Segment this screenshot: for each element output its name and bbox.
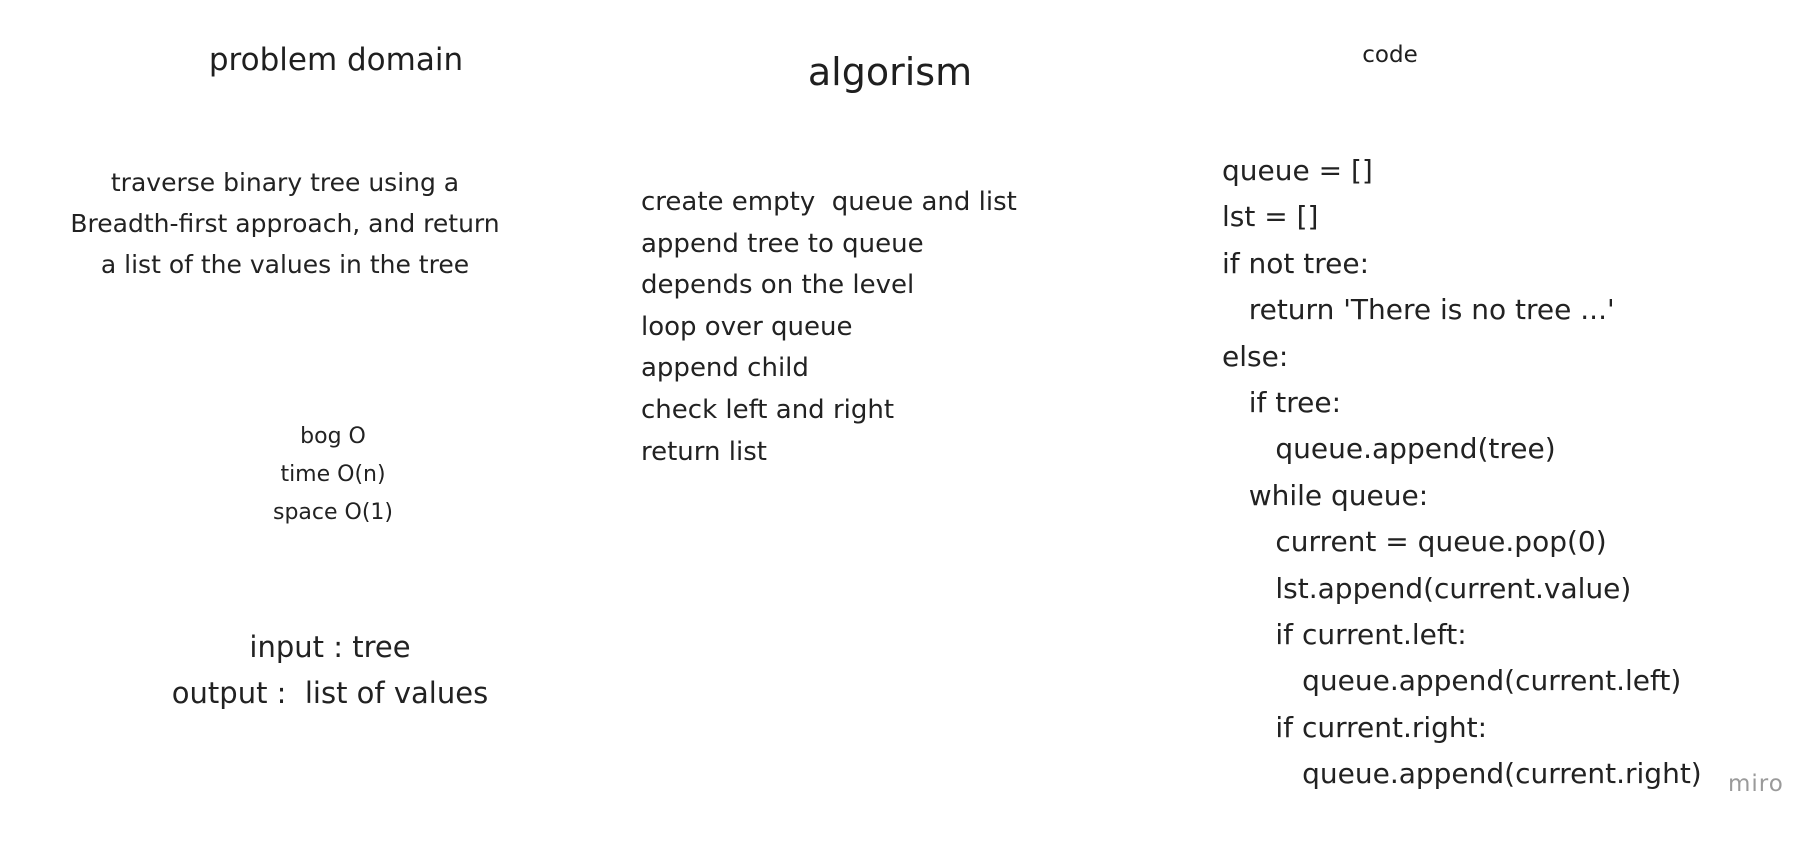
- code-line: if current.left:: [1222, 618, 1467, 652]
- algorithm-step: append tree to queue: [641, 228, 924, 259]
- code-title: code: [1362, 42, 1418, 68]
- code-block: queue = [] lst = [] if not tree: return …: [1222, 148, 1782, 798]
- algorithm-steps: create empty queue and list append tree …: [641, 182, 1041, 473]
- code-line: if current.right:: [1222, 710, 1488, 744]
- algorithm-step: create empty queue and list: [641, 187, 1017, 217]
- algorithm-step: append child: [641, 353, 809, 384]
- algorithm-step: depends on the level: [641, 270, 915, 301]
- code-line: lst = []: [1222, 200, 1319, 234]
- big-o-line: time O(n): [280, 462, 386, 487]
- problem-description-line: traverse binary tree using a: [110, 168, 460, 197]
- code-line: while queue:: [1222, 478, 1429, 512]
- code-line: return 'There is no tree ...': [1222, 293, 1615, 327]
- code-line: queue.append(current.right): [1222, 757, 1702, 791]
- algorithm-title: algorism: [807, 50, 973, 94]
- code-line: queue = []: [1222, 154, 1373, 187]
- problem-description-line: Breadth-first approach, and return: [70, 209, 500, 238]
- algorithm-step: loop over queue: [641, 311, 853, 342]
- big-o-note: bog O time O(n) space O(1): [223, 418, 443, 532]
- algorithm-step: check left and right: [641, 394, 895, 425]
- code-line: if not tree:: [1222, 246, 1370, 280]
- code-line: if tree:: [1222, 386, 1341, 420]
- problem-description: traverse binary tree using a Breadth-fir…: [40, 162, 530, 285]
- miro-watermark: miro: [1728, 771, 1784, 797]
- code-line: lst.append(current.value): [1222, 571, 1632, 605]
- code-line: else:: [1222, 339, 1289, 373]
- io-line: output : list of values: [171, 676, 489, 710]
- code-line: current = queue.pop(0): [1222, 525, 1607, 559]
- problem-description-line: a list of the values in the tree: [100, 250, 470, 279]
- code-line: queue.append(current.left): [1222, 664, 1682, 698]
- input-output-note: input : tree output : list of values: [120, 624, 540, 716]
- big-o-line: bog O: [300, 424, 366, 449]
- code-line: queue.append(tree): [1222, 432, 1556, 466]
- io-line: input : tree: [249, 630, 411, 664]
- problem-domain-title: problem domain: [208, 42, 464, 78]
- algorithm-step: return list: [641, 436, 767, 467]
- big-o-line: space O(1): [272, 500, 393, 525]
